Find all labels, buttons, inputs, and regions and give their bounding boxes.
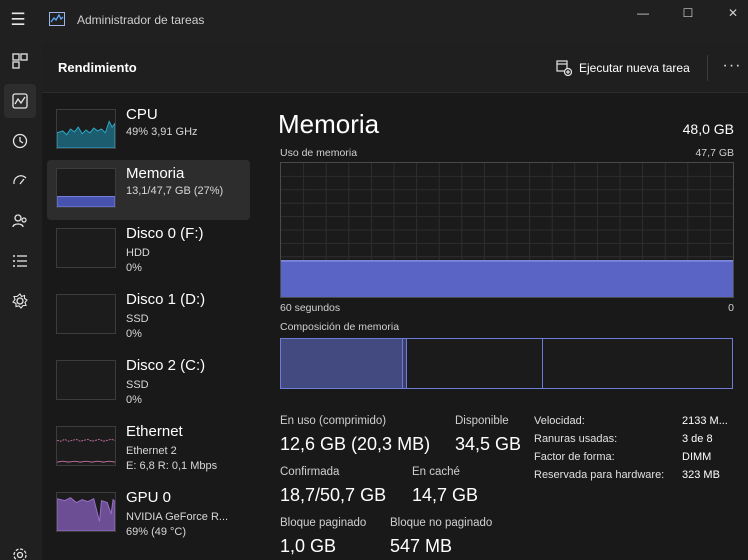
device-ethernet[interactable]: Ethernet Ethernet 2 E: 6,8 R: 0,1 Mbps: [47, 418, 250, 478]
processes-icon: [12, 53, 28, 69]
nav-app-history[interactable]: [4, 124, 36, 158]
memory-title: Memoria: [278, 109, 380, 139]
device-usage: 0%: [126, 262, 142, 274]
performance-icon: [12, 93, 28, 109]
device-cpu[interactable]: CPU 49% 3,91 GHz: [47, 101, 250, 161]
hardware-reserved-label: Reservada para hardware:: [534, 469, 665, 481]
usage-graph-label: Uso de memoria: [280, 147, 358, 159]
device-detail: 49% 3,91 GHz: [126, 126, 198, 138]
header-divider: [707, 55, 708, 81]
cached-label: En caché: [412, 466, 460, 478]
paged-pool-label: Bloque paginado: [280, 517, 367, 529]
device-type: SSD: [126, 313, 149, 325]
cpu-thumbnail-graph: [56, 109, 116, 149]
hardware-reserved-value: 323 MB: [682, 469, 720, 481]
device-name: CPU: [126, 106, 158, 123]
device-detail: 13,1/47,7 GB (27%): [126, 185, 224, 197]
ethernet-thumbnail-graph: [56, 426, 116, 466]
gpu-thumbnail-graph: [56, 492, 116, 532]
disk-1-thumbnail-graph: [56, 294, 116, 334]
available-value: 34,5 GB: [455, 434, 522, 454]
device-name: Memoria: [126, 165, 185, 182]
disk-2-thumbnail-graph: [56, 360, 116, 400]
graph-time-end: 0: [728, 302, 734, 314]
usage-area: [281, 260, 733, 297]
form-factor-value: DIMM: [682, 451, 712, 463]
composition-in-use-segment: [281, 339, 403, 388]
more-options-button[interactable]: ···: [718, 55, 746, 81]
users-icon: [12, 214, 27, 228]
device-model: NVIDIA GeForce R...: [126, 511, 229, 523]
device-name: Disco 0 (F:): [126, 225, 204, 242]
disk-0-thumbnail-graph: [56, 228, 116, 268]
nonpaged-pool-label: Bloque no paginado: [390, 517, 493, 529]
speed-label: Velocidad:: [534, 415, 585, 427]
side-navigation: [0, 42, 40, 560]
device-name: GPU 0: [126, 489, 172, 506]
speed-value: 2133 M...: [682, 415, 728, 427]
device-memory[interactable]: Memoria 13,1/47,7 GB (27%): [47, 160, 250, 220]
committed-value: 18,7/50,7 GB: [280, 485, 387, 505]
nav-startup-apps[interactable]: [4, 164, 36, 198]
maximize-button[interactable]: ☐: [665, 0, 711, 28]
services-icon: [12, 293, 28, 309]
slots-used-label: Ranuras usadas:: [534, 433, 618, 445]
nav-details[interactable]: [4, 244, 36, 278]
settings-icon: [13, 548, 27, 560]
nav-settings[interactable]: [4, 538, 36, 560]
run-new-task-button[interactable]: Ejecutar nueva tarea: [556, 58, 690, 78]
memory-total: 48,0 GB: [682, 121, 734, 137]
device-name: Disco 2 (C:): [126, 357, 206, 374]
nav-performance[interactable]: [4, 84, 36, 118]
composition-label: Composición de memoria: [280, 321, 400, 333]
task-manager-app-icon: [49, 12, 65, 26]
cached-value: 14,7 GB: [412, 485, 479, 505]
device-usage: 69% (49 °C): [126, 526, 187, 538]
memory-thumbnail-graph: [56, 168, 116, 208]
in-use-value: 12,6 GB (20,3 MB): [280, 434, 431, 454]
device-usage: 0%: [126, 394, 142, 406]
graph-time-start: 60 segundos: [280, 302, 341, 314]
title-bar: ☰ Administrador de tareas — ☐ ✕: [0, 0, 748, 42]
device-disk-1[interactable]: Disco 1 (D:) SSD 0%: [47, 286, 250, 346]
startup-apps-icon: [13, 175, 27, 185]
form-factor-label: Factor de forma:: [534, 451, 615, 463]
usage-graph-max: 47,7 GB: [695, 147, 734, 159]
device-name: Disco 1 (D:): [126, 291, 206, 308]
device-name: Ethernet: [126, 423, 183, 440]
details-icon: [13, 255, 27, 267]
device-adapter: Ethernet 2: [126, 445, 177, 457]
new-task-icon: [556, 60, 572, 76]
content-area: Rendimiento Ejecutar nueva tarea ··· CPU…: [42, 43, 748, 560]
memory-composition-bar: [280, 338, 733, 389]
minimize-button[interactable]: —: [620, 0, 666, 28]
in-use-label: En uso (comprimido): [280, 415, 387, 427]
app-history-icon: [12, 133, 28, 149]
memory-usage-graph: [280, 162, 734, 298]
window-title: Administrador de tareas: [77, 13, 205, 27]
composition-standby-segment: [407, 339, 543, 388]
device-disk-0[interactable]: Disco 0 (F:) HDD 0%: [47, 220, 250, 280]
page-header: Rendimiento Ejecutar nueva tarea ···: [42, 43, 748, 93]
device-gpu[interactable]: GPU 0 NVIDIA GeForce R... 69% (49 °C): [47, 484, 250, 544]
nonpaged-pool-value: 547 MB: [390, 536, 453, 556]
device-type: HDD: [126, 247, 150, 259]
paged-pool-value: 1,0 GB: [280, 536, 337, 556]
nav-services[interactable]: [4, 284, 36, 318]
available-label: Disponible: [455, 415, 509, 427]
run-new-task-label: Ejecutar nueva tarea: [579, 61, 690, 75]
device-usage: 0%: [126, 328, 142, 340]
page-title: Rendimiento: [58, 60, 137, 75]
device-throughput: E: 6,8 R: 0,1 Mbps: [126, 460, 218, 472]
device-type: SSD: [126, 379, 149, 391]
device-disk-2[interactable]: Disco 2 (C:) SSD 0%: [47, 352, 250, 412]
nav-processes[interactable]: [4, 44, 36, 78]
slots-used-value: 3 de 8: [682, 433, 713, 445]
close-button[interactable]: ✕: [710, 0, 748, 28]
nav-users[interactable]: [4, 204, 36, 238]
committed-label: Confirmada: [280, 466, 340, 478]
hamburger-menu-icon[interactable]: ☰: [8, 9, 28, 31]
